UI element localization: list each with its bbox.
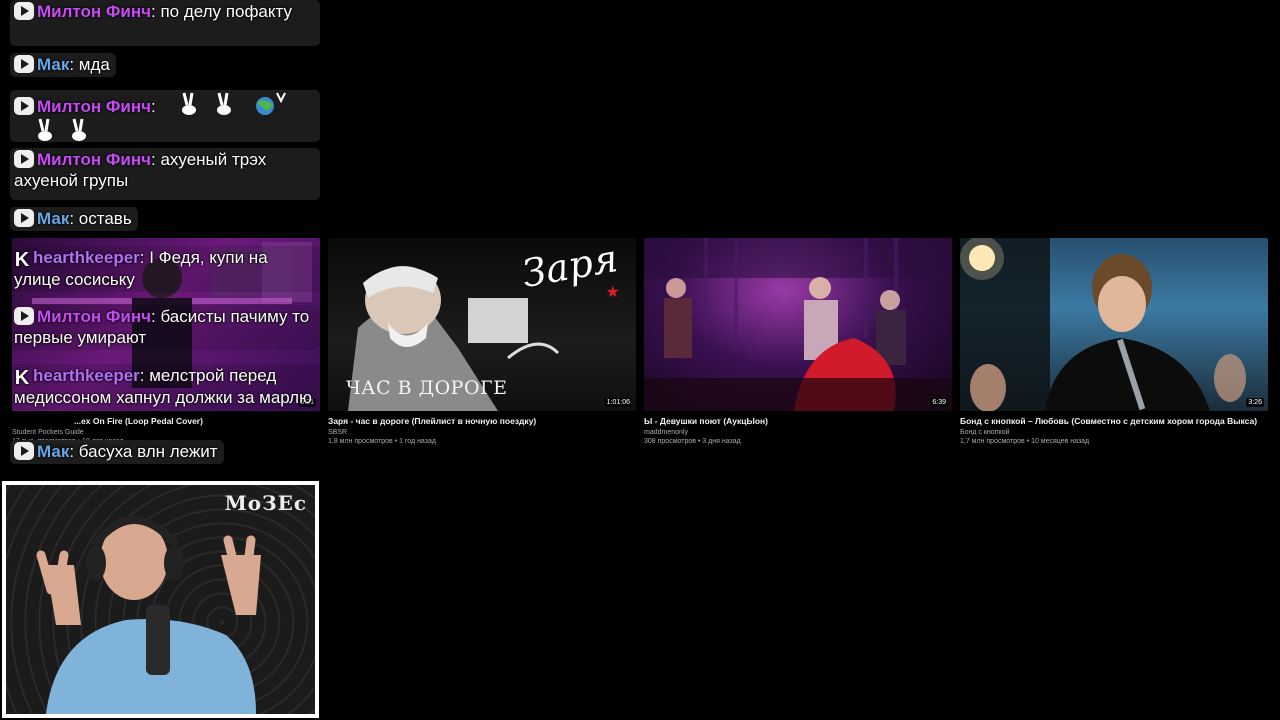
youtube-icon — [14, 150, 34, 168]
youtube-icon — [14, 209, 34, 227]
video-card[interactable]: Заря ★ ЧАС В ДОРОГЕ 1:01:06 Заря - час в… — [328, 238, 636, 446]
youtube-icon — [14, 307, 34, 325]
chat-username[interactable]: Милтон Финч — [37, 150, 151, 169]
chat-message: Мак: оставь — [10, 207, 138, 231]
bunny-emote-icon — [182, 92, 197, 115]
chat-username[interactable]: Милтон Финч — [37, 2, 151, 21]
video-duration: 3:26 — [1246, 398, 1264, 407]
video-duration: 1:01:06 — [604, 398, 632, 407]
chat-text: : по делу пофакту — [151, 2, 292, 21]
youtube-icon — [14, 442, 34, 460]
webcam-frame: МоЗЕс — [2, 481, 319, 718]
video-card[interactable]: 6:39 Ы - Девушки поют (АукцЫон) maddmeno… — [644, 238, 952, 446]
thumbnail-art — [644, 238, 952, 411]
chat-message: Милтон Финч: ахуеный трэх ахуеной групы — [10, 148, 320, 200]
chat-text: : оставь — [69, 209, 132, 228]
chat-text: : басуха влн лежит — [69, 442, 218, 461]
chat-message: Милтон Финч: басисты пачиму то первые ум… — [10, 305, 320, 350]
video-thumbnail[interactable]: Заря ★ ЧАС В ДОРОГЕ 1:01:06 — [328, 238, 636, 411]
video-duration: 6:39 — [930, 398, 948, 407]
stream-overlay: 5:21 ...ex On Fire (Loop Pedal Cover) St… — [0, 0, 1280, 720]
bunny-emote-icon — [72, 118, 87, 141]
video-card[interactable]: 3:26 Бонд с кнопкой – Любовь (Совместно … — [960, 238, 1268, 446]
globe-emote-icon — [255, 92, 286, 115]
chat-message: Милтон Финч: по делу пофакту — [10, 0, 320, 46]
chat-username[interactable]: Мак — [37, 442, 69, 461]
chat-message: Khearthkeeper: мелстрой перед медиссоном… — [10, 364, 320, 410]
chat-username[interactable]: Мак — [37, 209, 69, 228]
chat-message: Khearthkeeper: I Федя, купи на улице сос… — [10, 246, 320, 292]
video-title[interactable]: Ы - Девушки поют (АукцЫон) — [644, 416, 952, 426]
thumbnail-art — [960, 238, 1246, 411]
kick-icon: K — [14, 367, 30, 389]
streamer-figure — [36, 516, 261, 714]
youtube-icon — [14, 55, 34, 73]
bunny-emote-icon — [216, 92, 231, 115]
chat-text: : мда — [69, 55, 110, 74]
youtube-icon — [14, 2, 34, 20]
chat-text: : — [151, 97, 156, 116]
video-thumbnail[interactable]: 3:26 — [960, 238, 1268, 411]
video-meta: 1,7 млн просмотров • 10 месяцев назад — [960, 438, 1090, 445]
chat-username[interactable]: Мак — [37, 55, 69, 74]
video-channel[interactable]: SBSR — [328, 428, 636, 437]
video-title[interactable]: Заря - час в дороге (Плейлист в ночную п… — [328, 416, 636, 426]
chat-username[interactable]: Милтон Финч — [37, 97, 151, 116]
chat-username[interactable]: hearthkeeper — [33, 366, 140, 385]
video-title[interactable]: ...ex On Fire (Loop Pedal Cover) — [12, 416, 320, 426]
video-meta: 308 просмотров • 3 дня назад — [644, 438, 741, 445]
bunny-emote-icon — [37, 118, 52, 141]
star-icon: ★ — [605, 284, 620, 301]
video-channel[interactable]: Бонд с кнопкой — [960, 428, 1268, 437]
video-channel[interactable]: Student Pockets Guide — [12, 428, 320, 437]
chat-message: Мак: мда — [10, 53, 116, 77]
video-meta: 1,8 млн просмотров • 1 год назад — [328, 438, 436, 445]
youtube-icon — [14, 97, 34, 115]
chat-message: Милтон Финч: — [10, 90, 320, 142]
webcam-name-label: МоЗЕс — [224, 491, 307, 515]
kick-icon: K — [14, 249, 30, 271]
chat-username[interactable]: hearthkeeper — [33, 248, 140, 267]
video-thumbnail[interactable]: 6:39 — [644, 238, 952, 411]
chat-message: Мак: басуха влн лежит — [10, 440, 224, 464]
video-title[interactable]: Бонд с кнопкой – Любовь (Совместно с дет… — [960, 416, 1268, 426]
thumbnail-caption: ЧАС В ДОРОГЕ — [346, 377, 508, 399]
chat-username[interactable]: Милтон Финч — [37, 307, 151, 326]
video-channel[interactable]: maddmenonly — [644, 428, 952, 437]
